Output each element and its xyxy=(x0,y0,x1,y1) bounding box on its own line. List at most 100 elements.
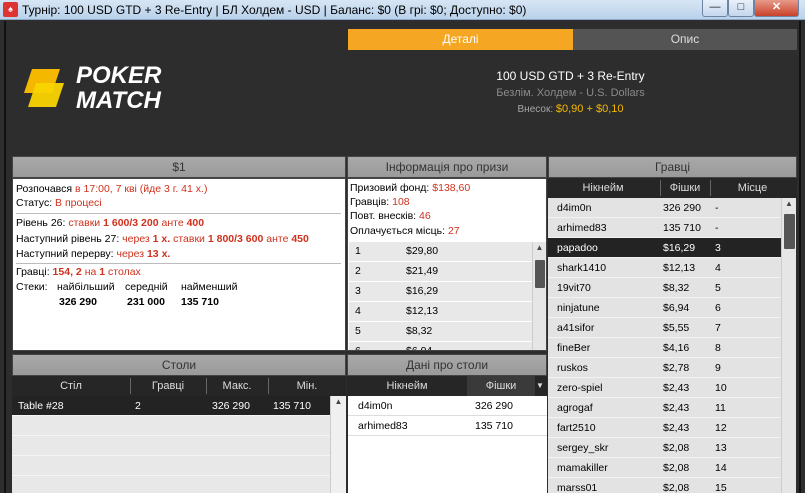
table-data-header: Дані про столи xyxy=(347,354,547,376)
close-button[interactable]: ✕ xyxy=(754,0,799,17)
player-nick: papadoo xyxy=(557,242,598,254)
next-value: 1 800/3 600 xyxy=(207,233,264,245)
level-stakes-label: ставки xyxy=(68,217,101,229)
player-place: - xyxy=(715,202,719,214)
col-nickname[interactable]: Нікнейм xyxy=(347,376,467,396)
player-place: - xyxy=(715,222,719,234)
stacks-label: Стеки: xyxy=(16,281,48,293)
prize-position: 4 xyxy=(355,305,361,317)
maximize-button[interactable]: □ xyxy=(728,0,754,17)
player-nick: mamakiller xyxy=(557,462,608,474)
table-data-list: d4im0n 326 290 arhimed83 135 710 xyxy=(348,396,547,493)
minimize-button[interactable]: — xyxy=(702,0,728,17)
player-chips: $12,13 xyxy=(663,262,696,274)
table-row-selected[interactable]: Table #28 2 326 290 135 710 xyxy=(12,396,330,416)
player-chips: $2,08 xyxy=(663,482,690,493)
player-row[interactable]: ruskos $2,78 9 xyxy=(548,358,781,378)
prize-row: 4 $12,13 xyxy=(349,302,532,322)
prize-row: 5 $8,32 xyxy=(349,322,532,342)
table-player-row[interactable]: arhimed83 135 710 xyxy=(348,416,547,436)
player-chips: 135 710 xyxy=(663,222,701,234)
player-place: 7 xyxy=(715,322,721,334)
prize-list-scrollbar[interactable]: ▲ xyxy=(532,242,546,350)
scroll-up-icon[interactable]: ▲ xyxy=(331,396,346,408)
player-row-selected[interactable]: papadoo $16,29 3 xyxy=(548,238,781,258)
player-row[interactable]: shark1410 $12,13 4 xyxy=(548,258,781,278)
player-row[interactable]: fineBer $4,16 8 xyxy=(548,338,781,358)
app-icon: ♠ xyxy=(3,2,18,17)
prize-pool-label: Призовий фонд: xyxy=(350,182,430,194)
players-value: 154 xyxy=(52,266,71,278)
reentries-value: 46 xyxy=(419,210,431,222)
player-nick: sergey_skr xyxy=(557,442,609,454)
prize-amount: $29,80 xyxy=(406,245,439,257)
player-row[interactable]: fart2510 $2,43 12 xyxy=(548,418,781,438)
reentries-label: Повт. внесків: xyxy=(350,210,417,222)
player-row[interactable]: arhimed83 135 710 - xyxy=(548,218,781,238)
player-nick: fineBer xyxy=(557,342,591,354)
summary-header: $1 xyxy=(12,156,346,178)
tournament-game: Безлім. Холдем - U.S. Dollars xyxy=(496,87,645,99)
sort-desc-icon[interactable]: ▼ xyxy=(533,376,547,396)
scroll-thumb[interactable] xyxy=(535,260,545,288)
stack-max: 326 290 xyxy=(59,296,97,308)
players-line: Гравці: 154, 2 на 1 столах xyxy=(16,266,141,278)
player-place: 9 xyxy=(715,362,721,374)
table-players: 2 xyxy=(135,400,141,412)
player-nick: zero-spiel xyxy=(557,382,603,394)
col-chips[interactable]: Фішки xyxy=(660,178,710,198)
table-row-empty xyxy=(12,436,330,456)
next-in: через xyxy=(122,233,150,245)
fee-value: $0,90 + $0,10 xyxy=(555,103,624,115)
pokermatch-logo: POKER MATCH xyxy=(24,63,184,118)
player-row[interactable]: agrogaf $2,43 11 xyxy=(548,398,781,418)
player-row[interactable]: 19vit70 $8,32 5 xyxy=(548,278,781,298)
player-row[interactable]: mamakiller $2,08 14 xyxy=(548,458,781,478)
player-place: 13 xyxy=(715,442,727,454)
tables-list-scrollbar[interactable]: ▲ xyxy=(330,396,346,493)
level-value: 1 600/3 200 xyxy=(103,217,159,229)
prize-amount: $6,94 xyxy=(406,342,432,350)
level-ante-label: анте xyxy=(161,217,184,229)
players-column-header: Нікнейм Фішки Місце xyxy=(548,178,797,198)
break-label: Наступний перерву: xyxy=(16,248,114,260)
divider xyxy=(16,213,341,214)
table-data-column-header: Нікнейм Фішки ▼ xyxy=(347,376,547,396)
tournament-fee: Внесок: $0,90 + $0,10 xyxy=(348,103,793,115)
scroll-thumb[interactable] xyxy=(784,214,795,249)
tab-details[interactable]: Деталі xyxy=(348,29,573,50)
title-bar[interactable]: ♠ Турнір: 100 USD GTD + 3 Re-Entry | БЛ … xyxy=(0,0,805,20)
player-chips: $2,43 xyxy=(663,402,690,414)
tournament-lobby-window: ♠ Турнір: 100 USD GTD + 3 Re-Entry | БЛ … xyxy=(0,0,805,493)
col-min[interactable]: Мін. xyxy=(268,376,346,396)
col-chips[interactable]: Фішки xyxy=(467,376,535,396)
next-level-label: Наступний рівень 27: xyxy=(16,233,120,245)
player-chips: $2,43 xyxy=(663,422,690,434)
paid-places-line: Оплачується місць: 27 xyxy=(350,225,460,237)
col-place[interactable]: Місце xyxy=(710,178,795,198)
col-players[interactable]: Гравці xyxy=(130,376,206,396)
player-row[interactable]: sergey_skr $2,08 13 xyxy=(548,438,781,458)
player-row[interactable]: a41sifor $5,55 7 xyxy=(548,318,781,338)
player-row[interactable]: zero-spiel $2,43 10 xyxy=(548,378,781,398)
stack-min: 135 710 xyxy=(181,296,219,308)
stacks-line: Стеки: xyxy=(16,281,48,293)
player-row[interactable]: ninjatune $6,94 6 xyxy=(548,298,781,318)
next-stakes-label: ставки xyxy=(173,233,205,245)
break-time: 13 х. xyxy=(146,248,171,260)
stack-min-label: найменший xyxy=(181,281,238,293)
tables-header: Столи xyxy=(12,354,346,376)
scroll-up-icon[interactable]: ▲ xyxy=(533,242,546,254)
col-nickname[interactable]: Нікнейм xyxy=(548,178,658,198)
level-label: Рівень 26: xyxy=(16,217,66,229)
player-row[interactable]: marss01 $2,08 15 xyxy=(548,478,781,493)
table-player-row[interactable]: d4im0n 326 290 xyxy=(348,396,547,416)
players-on: , 2 xyxy=(70,266,82,278)
scroll-up-icon[interactable]: ▲ xyxy=(782,198,796,210)
players-list-scrollbar[interactable]: ▲ xyxy=(781,198,796,493)
next-ante-label: анте xyxy=(266,233,289,245)
tab-description[interactable]: Опис xyxy=(573,29,797,50)
player-row[interactable]: d4im0n 326 290 - xyxy=(548,198,781,218)
col-max[interactable]: Макс. xyxy=(206,376,268,396)
col-table[interactable]: Стіл xyxy=(12,376,130,396)
